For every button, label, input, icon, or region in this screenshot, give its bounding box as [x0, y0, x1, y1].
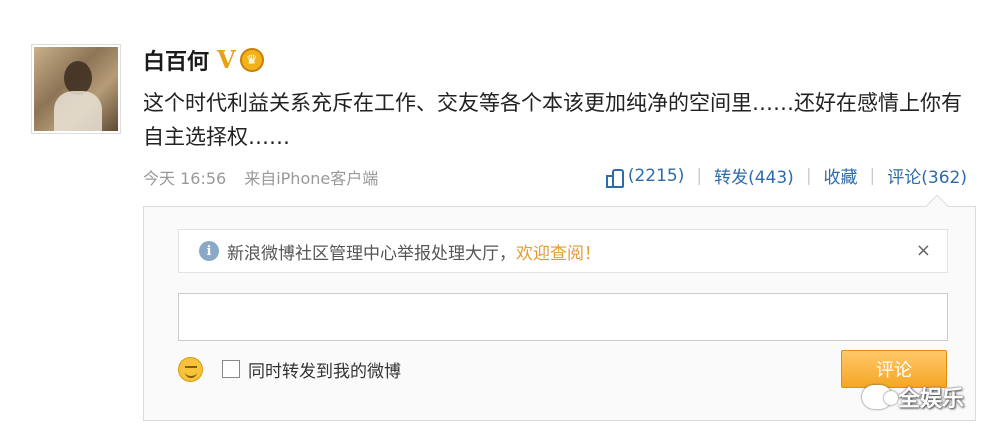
close-icon[interactable]: × [916, 240, 931, 261]
comment-input[interactable] [178, 293, 948, 341]
info-icon: i [199, 241, 219, 261]
avatar-image [34, 47, 118, 131]
report-notice: i 新浪微博社区管理中心举报处理大厅， 欢迎查阅！ × [178, 229, 948, 273]
thumbs-up-icon [605, 166, 625, 188]
watermark: 全娱乐 [862, 381, 964, 413]
watermark-text: 全娱乐 [898, 387, 965, 412]
avatar[interactable] [31, 44, 121, 134]
comment-panel: i 新浪微博社区管理中心举报处理大厅， 欢迎查阅！ × 同时转发到我的微博 评论 [143, 194, 976, 421]
post-header: 白百何 V ♛ [143, 44, 264, 76]
repost-checkbox[interactable] [222, 360, 240, 378]
post-time[interactable]: 今天 16:56 [143, 165, 226, 189]
username[interactable]: 白百何 [143, 44, 209, 76]
favorite-button[interactable]: 收藏 [812, 163, 870, 188]
panel-pointer [925, 194, 949, 218]
notice-welcome-link[interactable]: 欢迎查阅！ [516, 239, 601, 264]
post-actions: (2215) | 转发(443) | 收藏 | 评论(362) [593, 163, 979, 188]
verified-v-icon[interactable]: V [217, 48, 236, 72]
post-text: 这个时代利益关系充斥在工作、交友等各个本该更加纯净的空间里……还好在感情上你有自… [143, 91, 962, 149]
like-count: (2215) [627, 165, 685, 186]
notice-text: 新浪微博社区管理中心举报处理大厅， [227, 243, 516, 264]
repost-checkbox-label[interactable]: 同时转发到我的微博 [248, 357, 401, 382]
crown-badge-icon[interactable]: ♛ [239, 48, 264, 72]
like-button[interactable]: (2215) [593, 165, 697, 188]
repost-button[interactable]: 转发(443) [702, 163, 806, 188]
comment-toggle-button[interactable]: 评论(362) [875, 163, 979, 188]
post-source[interactable]: 来自iPhone客户端 [244, 165, 378, 189]
post-meta: 今天 16:56 来自iPhone客户端 [143, 165, 378, 189]
wechat-icon [862, 385, 898, 409]
emoji-icon[interactable] [178, 357, 203, 382]
